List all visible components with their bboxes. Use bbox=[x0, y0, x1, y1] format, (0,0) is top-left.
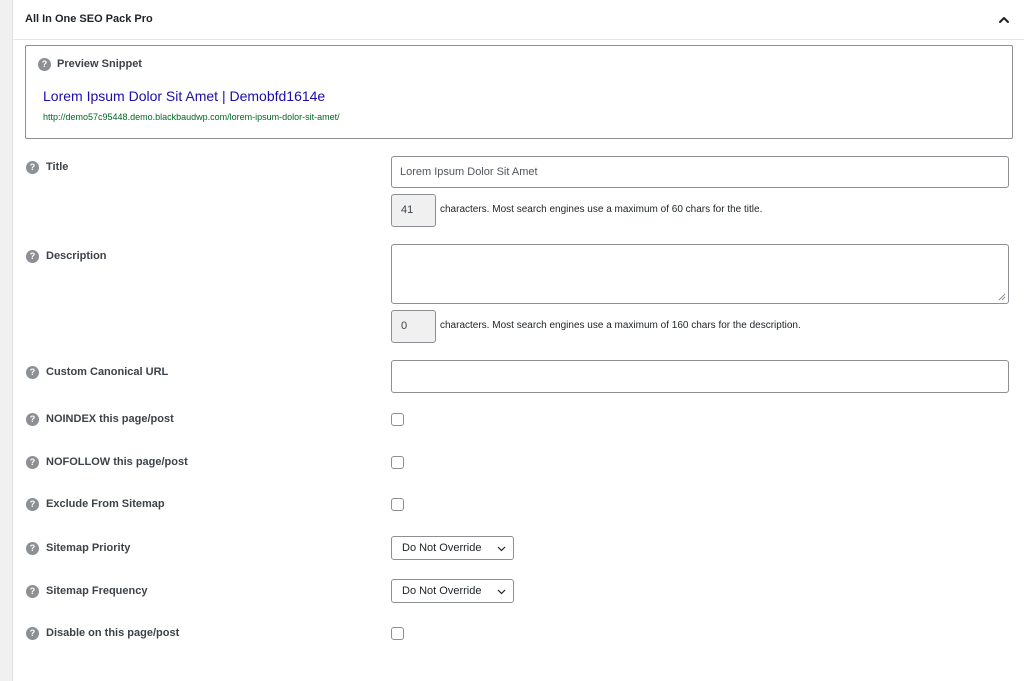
question-mark-icon[interactable]: ? bbox=[26, 456, 39, 469]
sitemap-priority-value: Do Not Override bbox=[402, 542, 482, 554]
description-char-hint: characters. Most search engines use a ma… bbox=[440, 320, 801, 331]
disable-label: Disable on this page/post bbox=[46, 627, 180, 639]
question-mark-icon[interactable]: ? bbox=[26, 413, 39, 426]
preview-snippet-box: ? Preview Snippet Lorem Ipsum Dolor Sit … bbox=[25, 45, 1013, 139]
title-label: Title bbox=[46, 161, 69, 173]
canonical-url-input[interactable] bbox=[391, 360, 1009, 393]
preview-snippet-label: Preview Snippet bbox=[57, 58, 142, 70]
nofollow-label: NOFOLLOW this page/post bbox=[46, 456, 188, 468]
title-input[interactable]: Lorem Ipsum Dolor Sit Amet bbox=[391, 156, 1009, 188]
question-mark-icon[interactable]: ? bbox=[26, 627, 39, 640]
sitemap-frequency-label: Sitemap Frequency bbox=[46, 585, 148, 597]
question-mark-icon[interactable]: ? bbox=[26, 250, 39, 263]
sitemap-priority-label: Sitemap Priority bbox=[46, 542, 131, 554]
title-char-hint: characters. Most search engines use a ma… bbox=[440, 204, 763, 215]
noindex-label: NOINDEX this page/post bbox=[46, 413, 174, 425]
nofollow-checkbox[interactable] bbox=[391, 456, 404, 469]
metabox-title: All In One SEO Pack Pro bbox=[25, 13, 153, 25]
resize-handle-icon[interactable] bbox=[998, 293, 1006, 301]
canonical-url-label: Custom Canonical URL bbox=[46, 366, 169, 378]
preview-snippet-url: http://demo57c95448.demo.blackbaudwp.com… bbox=[43, 112, 340, 122]
sitemap-frequency-value: Do Not Override bbox=[402, 585, 482, 597]
disable-checkbox[interactable] bbox=[391, 627, 404, 640]
question-mark-icon[interactable]: ? bbox=[26, 498, 39, 511]
noindex-checkbox[interactable] bbox=[391, 413, 404, 426]
chevron-down-icon bbox=[497, 546, 506, 552]
description-textarea[interactable] bbox=[391, 244, 1009, 304]
sitemap-priority-select[interactable]: Do Not Override bbox=[391, 536, 514, 560]
question-mark-icon[interactable]: ? bbox=[26, 585, 39, 598]
title-char-counter: 41 bbox=[391, 194, 436, 227]
metabox-header[interactable]: All In One SEO Pack Pro bbox=[13, 0, 1024, 40]
question-mark-icon[interactable]: ? bbox=[26, 366, 39, 379]
question-mark-icon[interactable]: ? bbox=[38, 58, 51, 71]
question-mark-icon[interactable]: ? bbox=[26, 542, 39, 555]
chevron-up-icon[interactable] bbox=[997, 13, 1011, 27]
exclude-sitemap-label: Exclude From Sitemap bbox=[46, 498, 165, 510]
question-mark-icon[interactable]: ? bbox=[26, 161, 39, 174]
description-label: Description bbox=[46, 250, 107, 262]
exclude-sitemap-checkbox[interactable] bbox=[391, 498, 404, 511]
chevron-down-icon bbox=[497, 589, 506, 595]
description-char-counter: 0 bbox=[391, 310, 436, 343]
seo-metabox: All In One SEO Pack Pro ? Preview Snippe… bbox=[12, 0, 1024, 681]
preview-snippet-title: Lorem Ipsum Dolor Sit Amet | Demobfd1614… bbox=[43, 88, 326, 104]
sitemap-frequency-select[interactable]: Do Not Override bbox=[391, 579, 514, 603]
